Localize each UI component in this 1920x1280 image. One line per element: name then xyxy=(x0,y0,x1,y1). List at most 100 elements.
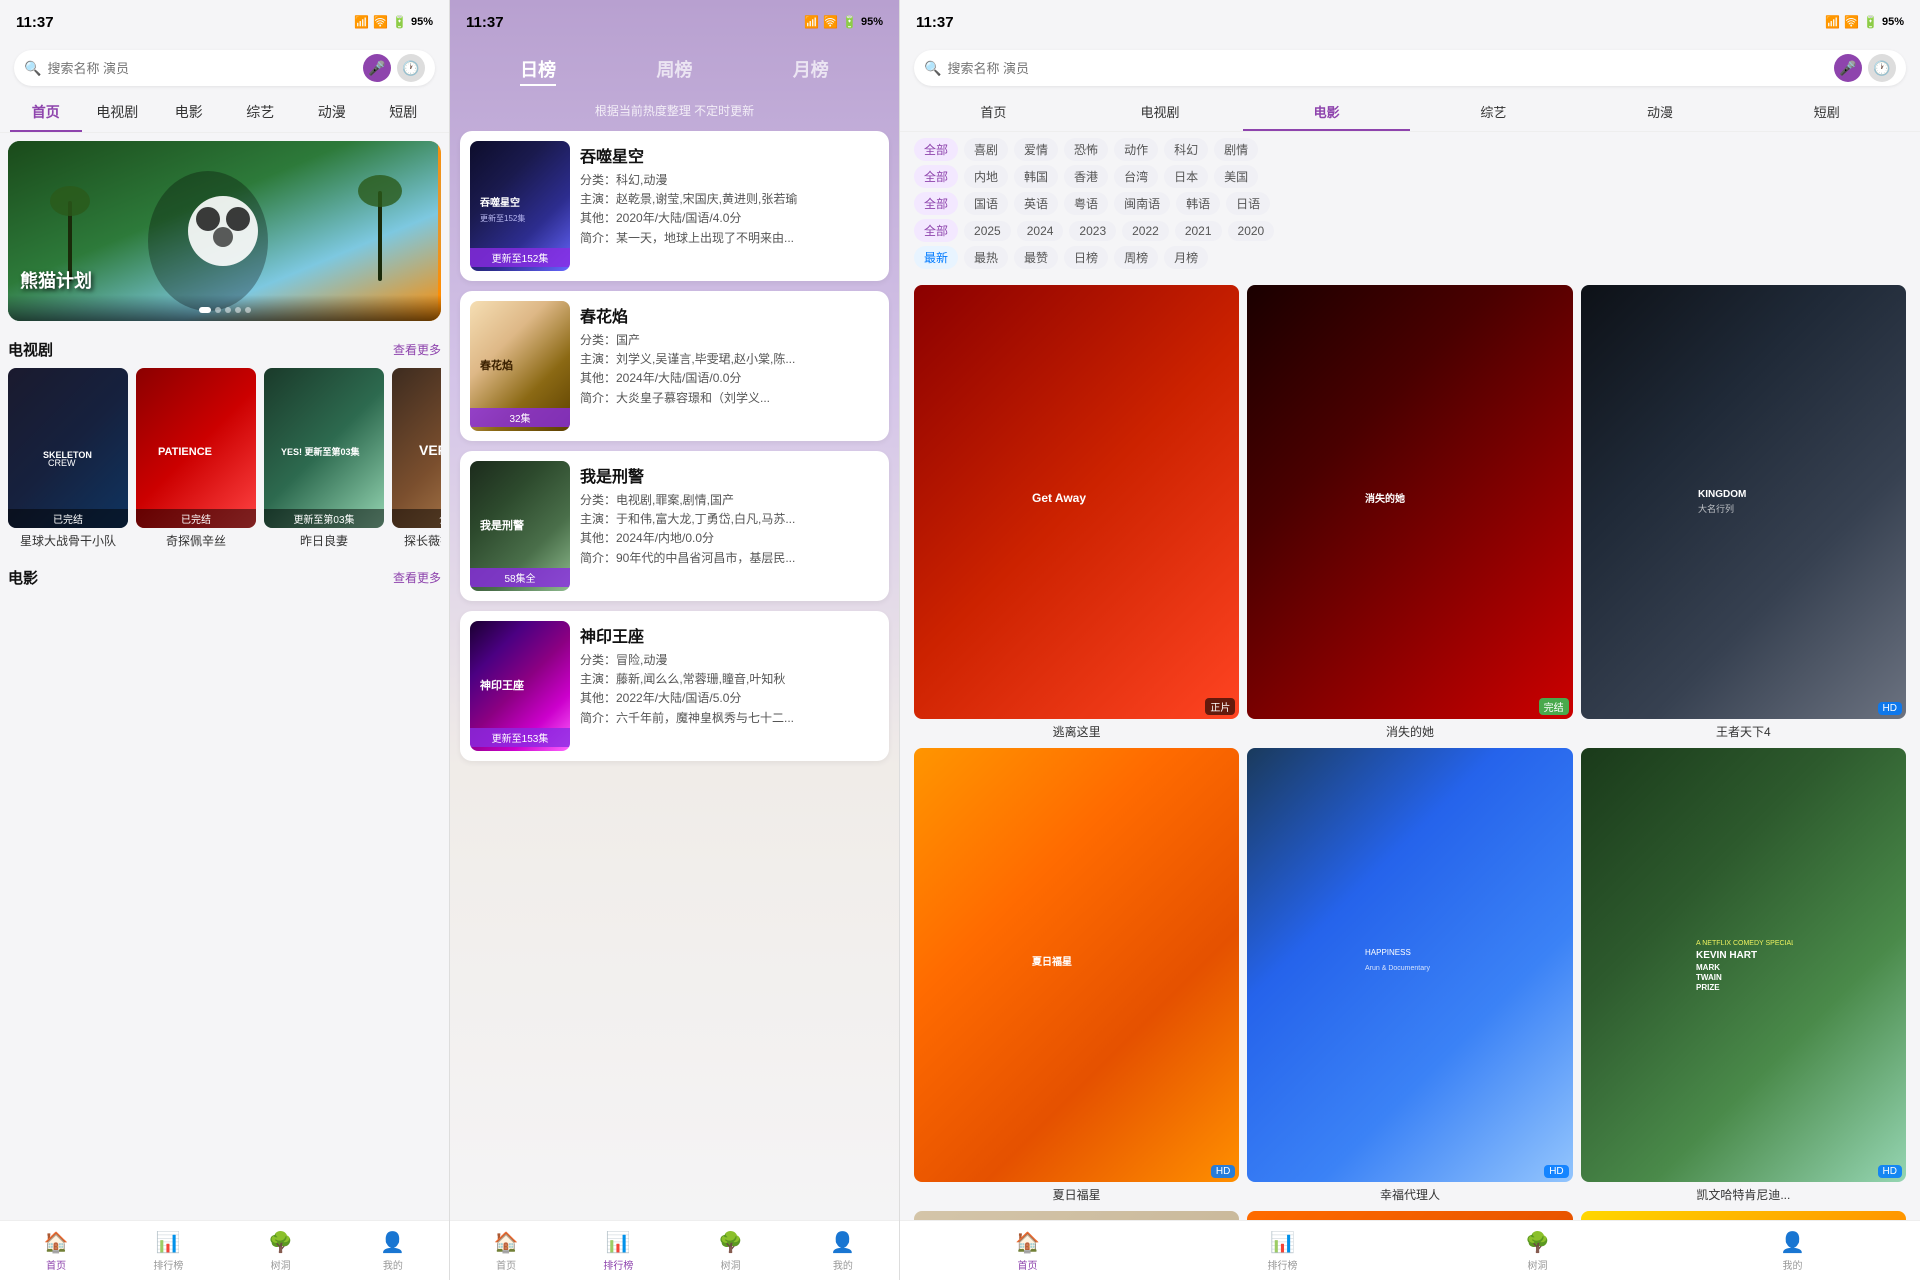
bottom-nav-profile-left[interactable]: 👤 我的 xyxy=(337,1226,449,1276)
drama-section-more[interactable]: 查看更多 xyxy=(393,341,441,358)
bottom-nav-ranking-left[interactable]: 📊 排行榜 xyxy=(112,1226,224,1276)
tab-variety-left[interactable]: 综艺 xyxy=(225,94,297,132)
rank-tab-daily[interactable]: 日榜 xyxy=(520,56,556,86)
filter-year-2021[interactable]: 2021 xyxy=(1175,221,1222,241)
rank-badge-2: 32集 xyxy=(470,408,570,427)
bottom-nav-tree-middle[interactable]: 🌳 树洞 xyxy=(675,1226,787,1276)
filter-sort-daily[interactable]: 日榜 xyxy=(1064,246,1108,269)
filter-lang-japanese[interactable]: 日语 xyxy=(1226,192,1270,215)
filter-genre-all[interactable]: 全部 xyxy=(914,138,958,161)
rank-desc-4: 简介：六千年前，魔神皇枫秀与七十二... xyxy=(580,709,879,728)
search-input-right[interactable] xyxy=(947,61,1828,76)
filter-sort-hot[interactable]: 最热 xyxy=(964,246,1008,269)
filter-region-taiwan[interactable]: 台湾 xyxy=(1114,165,1158,188)
drama-card-1[interactable]: SKELETONCREW 已完结 星球大战骨干小队 xyxy=(8,368,128,549)
bottom-nav-tree-left[interactable]: 🌳 树洞 xyxy=(225,1226,337,1276)
drama-thumb-1: SKELETONCREW xyxy=(8,368,128,528)
filter-genre-drama[interactable]: 剧情 xyxy=(1214,138,1258,161)
voice-search-btn-r[interactable]: 🎤 xyxy=(1834,54,1862,82)
filter-lang-korean[interactable]: 韩语 xyxy=(1176,192,1220,215)
filter-year-2023[interactable]: 2023 xyxy=(1069,221,1116,241)
movie-card-6[interactable]: A NETFLIX COMEDY SPECIAL KEVIN HART MARK… xyxy=(1581,748,1906,1203)
rank-tab-weekly[interactable]: 周榜 xyxy=(656,56,692,86)
tab-home-left[interactable]: 首页 xyxy=(10,94,82,132)
filter-year-2022[interactable]: 2022 xyxy=(1122,221,1169,241)
bottom-nav-profile-right[interactable]: 👤 我的 xyxy=(1665,1226,1920,1276)
tab-short-right[interactable]: 短剧 xyxy=(1743,94,1910,131)
voice-search-btn[interactable]: 🎤 xyxy=(363,54,391,82)
filter-region-us[interactable]: 美国 xyxy=(1214,165,1258,188)
search-input-left[interactable] xyxy=(47,61,357,76)
filter-year-2024[interactable]: 2024 xyxy=(1017,221,1064,241)
filter-genre-scifi[interactable]: 科幻 xyxy=(1164,138,1208,161)
filter-sort-liked[interactable]: 最赞 xyxy=(1014,246,1058,269)
drama-card-3[interactable]: YES! 更新至第03集 更新至第03集 昨日良妻 xyxy=(264,368,384,549)
movie-badge-6: HD xyxy=(1878,1165,1902,1178)
tab-movie-left[interactable]: 电影 xyxy=(153,94,225,132)
filter-year-2020[interactable]: 2020 xyxy=(1228,221,1275,241)
tab-drama-left[interactable]: 电视剧 xyxy=(82,94,154,132)
movie-card-1[interactable]: Get Away 正片 逃离这里 xyxy=(914,285,1239,740)
filter-region-korea[interactable]: 韩国 xyxy=(1014,165,1058,188)
movie-card-5[interactable]: HAPPINESSArun & Documentary HD 幸福代理人 xyxy=(1247,748,1572,1203)
filter-year-2025[interactable]: 2025 xyxy=(964,221,1011,241)
bottom-nav-tree-right[interactable]: 🌳 树洞 xyxy=(1410,1226,1665,1276)
rank-item-4[interactable]: 神印王座 更新至153集 神印王座 分类：冒险,动漫 主演：藤新,闻么么,常蓉珊… xyxy=(460,611,889,761)
tab-variety-right[interactable]: 综艺 xyxy=(1410,94,1577,131)
filter-sort-newest[interactable]: 最新 xyxy=(914,246,958,269)
tab-anime-right[interactable]: 动漫 xyxy=(1577,94,1744,131)
movie-section-more[interactable]: 查看更多 xyxy=(393,569,441,586)
filter-genre-comedy[interactable]: 喜剧 xyxy=(964,138,1008,161)
filter-lang-min[interactable]: 闽南语 xyxy=(1114,192,1170,215)
home-icon-m: 🏠 xyxy=(494,1230,519,1255)
home-icon-r: 🏠 xyxy=(1015,1230,1040,1255)
movie-card-2[interactable]: 消失的她 完结 消失的她 xyxy=(1247,285,1572,740)
rank-item-3[interactable]: 我是刑警 58集全 我是刑警 分类：电视剧,罪案,剧情,国产 主演：于和伟,富大… xyxy=(460,451,889,601)
filter-year-all[interactable]: 全部 xyxy=(914,219,958,242)
bottom-nav-home-right[interactable]: 🏠 首页 xyxy=(900,1226,1155,1276)
filter-sort-monthly[interactable]: 月榜 xyxy=(1164,246,1208,269)
history-btn-r[interactable]: 🕐 xyxy=(1868,54,1896,82)
filter-genre-romance[interactable]: 爱情 xyxy=(1014,138,1058,161)
drama-card-4[interactable]: VERA 全2集 探长薇拉第十四季 xyxy=(392,368,441,549)
movie-card-3[interactable]: KINGDOM大名行列 HD 王者天下4 xyxy=(1581,285,1906,740)
bottom-nav-home-middle[interactable]: 🏠 首页 xyxy=(450,1226,562,1276)
filter-region-all[interactable]: 全部 xyxy=(914,165,958,188)
movie-card-8[interactable]: 大洋迫鱼记 Tuna Hunter 大洋迫鱼记 xyxy=(1247,1211,1572,1220)
tab-movie-right[interactable]: 电影 xyxy=(1243,94,1410,131)
tab-home-right[interactable]: 首页 xyxy=(910,94,1077,131)
history-btn[interactable]: 🕐 xyxy=(397,54,425,82)
rank-desc-1: 简介：某一天，地球上出现了不明来由... xyxy=(580,229,879,248)
search-bar-right[interactable]: 🔍 🎤 🕐 xyxy=(914,50,1906,86)
bottom-nav-ranking-middle[interactable]: 📊 排行榜 xyxy=(562,1226,674,1276)
rank-item-2[interactable]: 春花焰 32集 春花焰 分类：国产 主演：刘学义,吴谨言,毕雯珺,赵小棠,陈..… xyxy=(460,291,889,441)
rank-item-1[interactable]: 吞噬星空 更新至152集 更新至152集 吞噬星空 分类：科幻,动漫 主演：赵乾… xyxy=(460,131,889,281)
tab-drama-right[interactable]: 电视剧 xyxy=(1077,94,1244,131)
movie-card-4[interactable]: 夏日福星 HD 夏日福星 xyxy=(914,748,1239,1203)
filter-lang-cantonese[interactable]: 粤语 xyxy=(1064,192,1108,215)
rank-info-2: 春花焰 分类：国产 主演：刘学义,吴谨言,毕雯珺,赵小棠,陈... 其他：202… xyxy=(580,301,879,431)
bottom-nav-home-left[interactable]: 🏠 首页 xyxy=(0,1226,112,1276)
movie-section-title: 电影 xyxy=(8,567,38,588)
search-bar-left[interactable]: 🔍 🎤 🕐 xyxy=(14,50,435,86)
movie-card-9[interactable]: ⭐ xyxy=(1581,1211,1906,1220)
filter-lang-mandarin[interactable]: 国语 xyxy=(964,192,1008,215)
filter-lang-all[interactable]: 全部 xyxy=(914,192,958,215)
filter-region-hk[interactable]: 香港 xyxy=(1064,165,1108,188)
tab-short-left[interactable]: 短剧 xyxy=(368,94,440,132)
movie-card-7[interactable]: 古典风景 xyxy=(914,1211,1239,1220)
hero-banner[interactable]: 熊猫计划 xyxy=(8,141,441,321)
filter-lang-english[interactable]: 英语 xyxy=(1014,192,1058,215)
bottom-nav-profile-middle[interactable]: 👤 我的 xyxy=(787,1226,899,1276)
carousel-dot-1 xyxy=(199,307,211,313)
filter-region-mainland[interactable]: 内地 xyxy=(964,165,1008,188)
filter-region-japan[interactable]: 日本 xyxy=(1164,165,1208,188)
bottom-nav-ranking-right[interactable]: 📊 排行榜 xyxy=(1155,1226,1410,1276)
filter-sort-weekly[interactable]: 周榜 xyxy=(1114,246,1158,269)
rank-tab-monthly[interactable]: 月榜 xyxy=(793,56,829,86)
filter-genre-action[interactable]: 动作 xyxy=(1114,138,1158,161)
rank-thumb-4: 神印王座 更新至153集 xyxy=(470,621,570,751)
drama-card-2[interactable]: PATIENCE 已完结 奇探佩辛丝 xyxy=(136,368,256,549)
filter-genre-horror[interactable]: 恐怖 xyxy=(1064,138,1108,161)
tab-anime-left[interactable]: 动漫 xyxy=(296,94,368,132)
